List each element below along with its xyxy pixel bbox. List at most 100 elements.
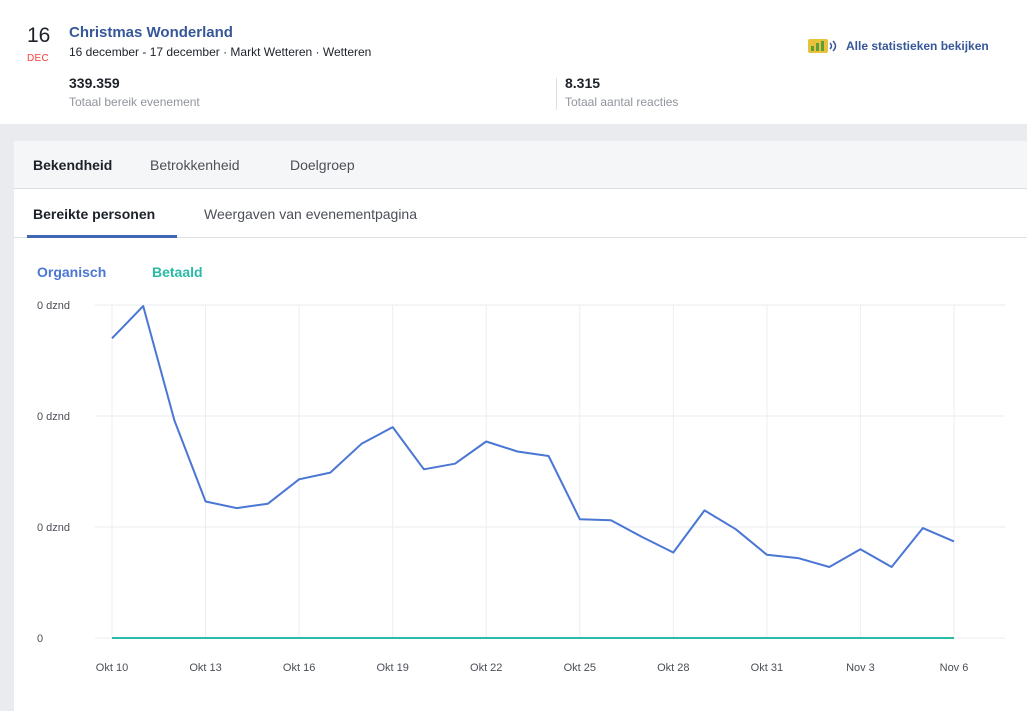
x-tick-label: Okt 31 (751, 662, 783, 674)
data-point-organisch[interactable] (763, 551, 771, 559)
tab-bereikte-personen[interactable]: Bereikte personen (33, 206, 155, 222)
x-tick-label: Okt 16 (283, 662, 315, 674)
data-point-organisch[interactable] (732, 525, 740, 533)
tab-weergaven-evenementpagina[interactable]: Weergaven van evenementpagina (204, 206, 417, 222)
data-point-betaald[interactable] (420, 634, 428, 642)
data-point-betaald[interactable] (108, 634, 116, 642)
data-point-organisch[interactable] (357, 440, 365, 448)
data-point-betaald[interactable] (482, 634, 490, 642)
data-point-organisch[interactable] (295, 475, 303, 483)
stat-reactions-label: Totaal aantal reacties (565, 95, 679, 109)
data-point-organisch[interactable] (420, 465, 428, 473)
data-point-organisch[interactable] (513, 448, 521, 456)
legend-paid[interactable]: Betaald (152, 264, 203, 280)
data-point-betaald[interactable] (357, 634, 365, 642)
data-point-betaald[interactable] (389, 634, 397, 642)
x-tick-label: Okt 25 (564, 662, 596, 674)
data-point-betaald[interactable] (888, 634, 896, 642)
data-point-betaald[interactable] (326, 634, 334, 642)
tab-doelgroep[interactable]: Doelgroep (290, 157, 355, 173)
y-tick-label: 0 dznd (37, 300, 70, 312)
x-tick-label: Okt 19 (376, 662, 408, 674)
y-tick-label: 0 (37, 633, 43, 645)
event-header: 16 DEC Christmas Wonderland 16 december … (0, 0, 1027, 124)
y-axis-tick-labels: 0 0 dznd 0 dznd 0 dznd (37, 300, 70, 645)
data-point-organisch[interactable] (326, 469, 334, 477)
data-point-organisch[interactable] (482, 438, 490, 446)
data-point-betaald[interactable] (763, 634, 771, 642)
data-point-betaald[interactable] (950, 634, 958, 642)
data-point-organisch[interactable] (451, 460, 459, 468)
tab-bekendheid[interactable]: Bekendheid (33, 157, 112, 173)
all-stats-link[interactable]: Alle statistieken bekijken (808, 38, 989, 54)
data-point-organisch[interactable] (888, 563, 896, 571)
data-point-organisch[interactable] (607, 516, 615, 524)
data-point-organisch[interactable] (950, 537, 958, 545)
data-point-organisch[interactable] (170, 416, 178, 424)
data-point-betaald[interactable] (202, 634, 210, 642)
data-point-organisch[interactable] (139, 302, 147, 310)
data-point-betaald[interactable] (919, 634, 927, 642)
data-point-organisch[interactable] (545, 452, 553, 460)
vertical-gridlines (111, 305, 955, 638)
series-lines (108, 302, 958, 642)
series-line-organisch[interactable] (111, 305, 955, 568)
main-tabs: Bekendheid Betrokkenheid Doelgroep (14, 141, 1027, 189)
page: 16 DEC Christmas Wonderland 16 december … (0, 0, 1027, 711)
data-point-organisch[interactable] (856, 545, 864, 553)
x-tick-label: Nov 3 (846, 662, 875, 674)
data-point-betaald[interactable] (513, 634, 521, 642)
data-point-organisch[interactable] (701, 506, 709, 514)
data-point-organisch[interactable] (825, 563, 833, 571)
x-tick-label: Okt 10 (96, 662, 128, 674)
event-date-month: DEC (27, 53, 50, 64)
data-point-betaald[interactable] (825, 634, 833, 642)
x-tick-label: Okt 28 (657, 662, 689, 674)
section-separator (0, 124, 1027, 141)
stat-divider (556, 78, 557, 110)
data-point-betaald[interactable] (170, 634, 178, 642)
data-point-betaald[interactable] (576, 634, 584, 642)
data-point-organisch[interactable] (919, 524, 927, 532)
event-title[interactable]: Christmas Wonderland (69, 24, 233, 41)
legend-organic[interactable]: Organisch (37, 264, 106, 280)
data-point-betaald[interactable] (264, 634, 272, 642)
data-point-betaald[interactable] (233, 634, 241, 642)
data-point-organisch[interactable] (669, 549, 677, 557)
data-point-organisch[interactable] (794, 554, 802, 562)
event-date-day: 16 (27, 24, 51, 47)
y-tick-label: 0 dznd (37, 411, 70, 423)
data-point-organisch[interactable] (389, 423, 397, 431)
data-point-organisch[interactable] (202, 497, 210, 505)
data-point-organisch[interactable] (638, 533, 646, 541)
data-point-betaald[interactable] (545, 634, 553, 642)
x-tick-label: Okt 13 (189, 662, 221, 674)
all-stats-label: Alle statistieken bekijken (846, 39, 989, 53)
sub-tabs: Bereikte personen Weergaven van evenemen… (14, 189, 1027, 238)
stat-reach-value: 339.359 (69, 75, 120, 91)
tab-betrokkenheid[interactable]: Betrokkenheid (150, 157, 240, 173)
data-point-organisch[interactable] (233, 504, 241, 512)
x-tick-label: Nov 6 (940, 662, 969, 674)
chart-icon (808, 39, 837, 53)
y-tick-label: 0 dznd (37, 522, 70, 534)
reach-line-chart: 00 dznd0 dznd0 dznd Okt 10 Okt 13 Okt 16 Ok… (37, 300, 1005, 674)
data-point-organisch[interactable] (576, 515, 584, 523)
data-point-betaald[interactable] (607, 634, 615, 642)
x-tick-label: Okt 22 (470, 662, 502, 674)
event-subtitle: 16 december - 17 december · Markt Wetter… (69, 45, 372, 59)
data-point-betaald[interactable] (701, 634, 709, 642)
data-point-betaald[interactable] (139, 634, 147, 642)
data-point-betaald[interactable] (732, 634, 740, 642)
data-point-betaald[interactable] (794, 634, 802, 642)
data-point-betaald[interactable] (856, 634, 864, 642)
data-point-betaald[interactable] (669, 634, 677, 642)
data-point-betaald[interactable] (451, 634, 459, 642)
active-tab-indicator (27, 235, 177, 238)
stat-reactions-value: 8.315 (565, 75, 601, 91)
data-point-organisch[interactable] (264, 500, 272, 508)
data-point-betaald[interactable] (638, 634, 646, 642)
x-axis-tick-labels: Okt 10 Okt 13 Okt 16 Okt 19 Okt 22 Okt 25 Okt … (96, 662, 969, 674)
data-point-betaald[interactable] (295, 634, 303, 642)
data-point-organisch[interactable] (108, 334, 116, 342)
